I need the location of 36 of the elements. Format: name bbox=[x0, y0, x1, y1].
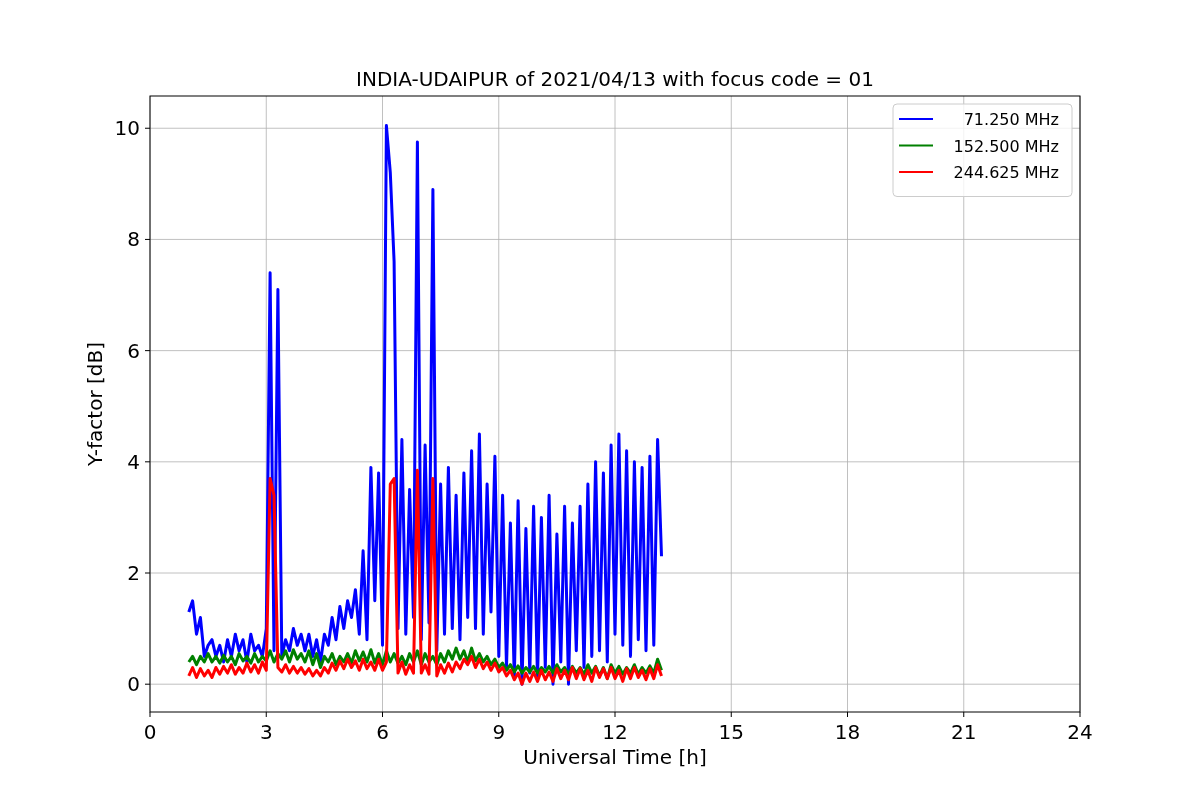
tick-label: 3 bbox=[259, 720, 273, 744]
tick-label: 2 bbox=[127, 561, 140, 585]
tick-label: 0 bbox=[143, 720, 157, 744]
tick-mark bbox=[498, 711, 500, 718]
y-axis-label: Y-factor [dB] bbox=[83, 342, 107, 466]
tick-mark bbox=[144, 127, 151, 129]
tick-mark bbox=[614, 711, 616, 718]
tick-mark bbox=[144, 238, 151, 240]
tick-label: 10 bbox=[114, 116, 140, 141]
legend-label: 152.500 MHz bbox=[953, 136, 1059, 156]
tick-mark bbox=[847, 711, 848, 718]
tick-label: 0 bbox=[127, 672, 140, 697]
tick-mark bbox=[730, 711, 732, 718]
tick-label: 21 bbox=[951, 720, 977, 744]
tick-mark bbox=[382, 711, 383, 718]
x-axis-label: Universal Time [h] bbox=[523, 745, 707, 769]
legend-label: 244.625 MHz bbox=[953, 163, 1059, 182]
tick-mark bbox=[963, 711, 965, 718]
tick-mark bbox=[149, 711, 151, 718]
tick-label: 9 bbox=[492, 720, 506, 744]
tick-mark bbox=[144, 683, 151, 685]
tick-label: 24 bbox=[1067, 720, 1093, 744]
tick-label: 6 bbox=[127, 338, 140, 363]
tick-mark bbox=[144, 572, 151, 574]
tick-label: 15 bbox=[718, 720, 744, 744]
tick-mark bbox=[144, 461, 151, 463]
tick-label: 6 bbox=[376, 720, 389, 744]
tick-mark bbox=[265, 711, 267, 718]
tick-mark bbox=[1079, 711, 1081, 718]
tick-mark bbox=[144, 350, 151, 352]
legend-label: 71.250 MHz bbox=[963, 110, 1059, 129]
tick-label: 4 bbox=[127, 449, 140, 474]
tick-label: 12 bbox=[602, 720, 628, 744]
chart-title: INDIA-UDAIPUR of 2021/04/13 with focus code = 01 bbox=[356, 67, 874, 91]
tick-label: 8 bbox=[127, 227, 140, 252]
tick-label: 18 bbox=[834, 720, 861, 744]
